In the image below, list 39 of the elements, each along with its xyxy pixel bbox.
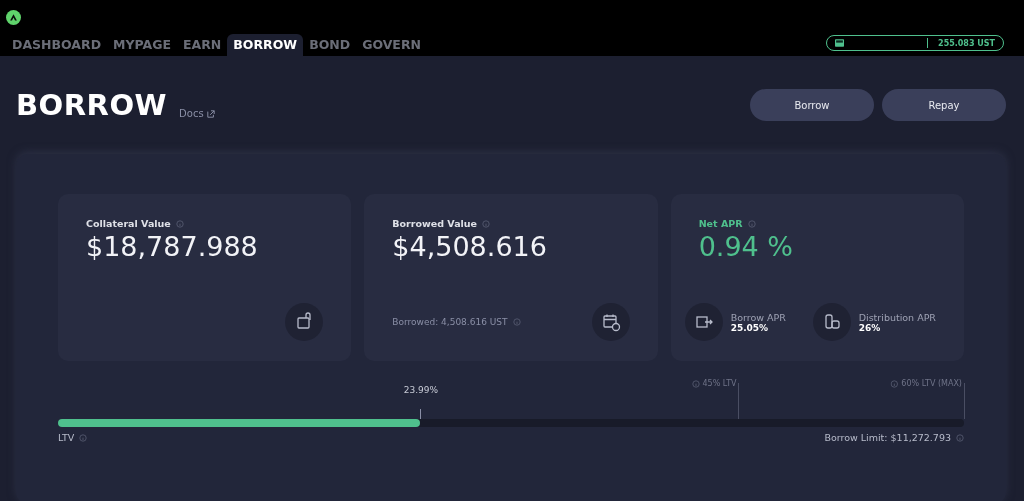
- nav-tab[interactable]: DASHBOARD: [6, 34, 107, 56]
- card-value: 0.94 %: [698, 231, 794, 262]
- ltv-marker-label: 45% LTV: [702, 379, 737, 388]
- nav-tab[interactable]: BORROW: [227, 34, 304, 56]
- repay-button[interactable]: Repay: [882, 89, 1006, 121]
- wallet-balance: 255.083 UST: [938, 38, 995, 48]
- card-value: $4,508.616: [392, 231, 548, 262]
- info-icon[interactable]: [691, 379, 700, 388]
- info-icon[interactable]: [175, 219, 184, 228]
- stat-label: Distribution APR: [858, 311, 936, 323]
- card-label: Borrowed Value: [392, 218, 478, 229]
- nav-tab[interactable]: GOVERN: [356, 34, 427, 56]
- nav-tab[interactable]: MYPAGE: [107, 34, 177, 56]
- card-value: $18,787.988: [86, 231, 259, 262]
- info-icon[interactable]: [956, 433, 964, 442]
- stat-value: 26%: [858, 322, 882, 333]
- wallet-button[interactable]: 255.083 UST: [826, 35, 1004, 51]
- external-link-icon: [206, 109, 215, 118]
- stat-label: Borrow APR: [730, 311, 786, 323]
- calendar-icon: [591, 303, 630, 341]
- info-icon[interactable]: [512, 318, 521, 326]
- info-icon[interactable]: [890, 379, 899, 388]
- docs-link[interactable]: Docs: [179, 108, 215, 119]
- logo-icon[interactable]: [6, 9, 21, 25]
- info-icon[interactable]: [747, 219, 756, 228]
- stat-value: 25.05%: [730, 322, 770, 333]
- ltv-reading: 23.99%: [403, 385, 439, 395]
- ltv-label: LTV: [58, 432, 75, 443]
- nav-tab[interactable]: BOND: [303, 34, 357, 56]
- card-label: Net APR: [698, 218, 743, 229]
- card-label: Collateral Value: [86, 218, 171, 229]
- borrowed-note: Borrowed: 4,508.616 UST: [392, 317, 508, 327]
- info-icon[interactable]: [79, 433, 88, 442]
- ltv-marker-label: 60% LTV (MAX): [901, 379, 962, 388]
- page-title: BORROW: [16, 88, 168, 122]
- info-icon[interactable]: [482, 219, 491, 228]
- borrow-button[interactable]: Borrow: [750, 89, 874, 121]
- borrow-limit: Borrow Limit: $11,272.793: [824, 432, 951, 443]
- nav-tab[interactable]: EARN: [177, 34, 228, 56]
